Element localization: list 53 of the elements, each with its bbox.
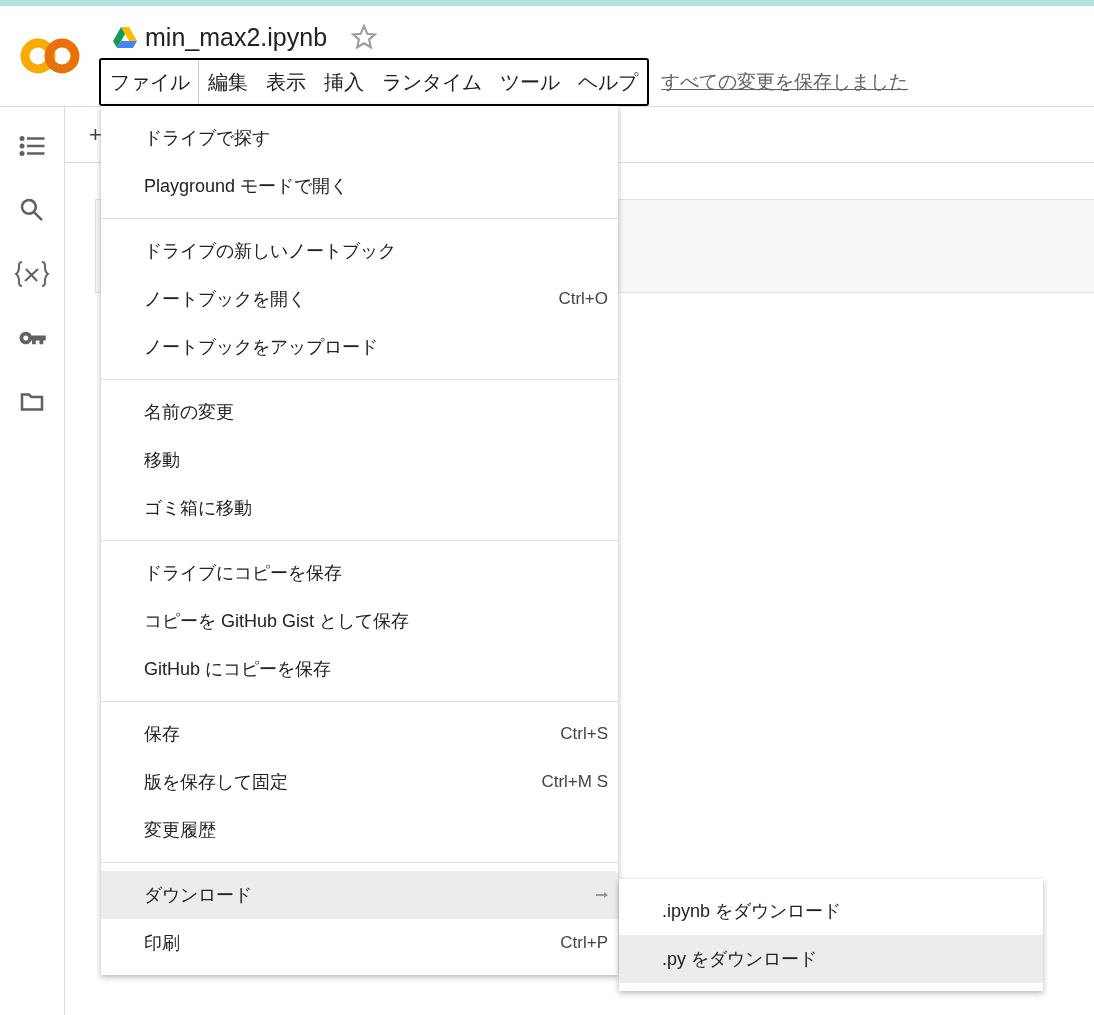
menu-item-label: ドライブの新しいノートブック [144,240,396,263]
menu-tab[interactable]: 編集 [199,60,257,104]
menu-item[interactable]: ドライブにコピーを保存 [101,549,618,597]
menu-item[interactable]: Playground モードで開く [101,162,618,210]
menu-item[interactable]: .ipynb をダウンロード [619,887,1043,935]
menu-item[interactable]: ドライブの新しいノートブック [101,227,618,275]
menu-item-label: 移動 [144,449,180,472]
star-icon[interactable] [351,24,378,50]
menu-item[interactable]: ノートブックをアップロード [101,323,618,371]
menu-item[interactable]: 移動 [101,436,618,484]
menu-item-label: Playground モードで開く [144,175,349,198]
menu-tab[interactable]: 表示 [257,60,315,104]
menu-tab[interactable]: 挿入 [315,60,373,104]
add-code-button[interactable]: + [89,121,102,148]
menu-item-label: ドライブにコピーを保存 [144,562,342,585]
menu-item-label: ゴミ箱に移動 [144,497,252,520]
menu-item-label: GitHub にコピーを保存 [144,658,332,681]
notebook-title[interactable]: min_max2.ipynb [145,22,328,52]
menu-tab[interactable]: ファイル [101,60,199,104]
submenu-arrow-icon [596,892,608,898]
logo-icon[interactable] [18,36,81,76]
menu-item[interactable]: 版を保存して固定 Ctrl+M S [101,758,618,806]
menu-item-label: 版を保存して固定 [144,771,288,794]
menu-item[interactable]: GitHub にコピーを保存 [101,645,618,693]
menu-item[interactable]: 名前の変更 [101,388,618,436]
menu-tab[interactable]: ランタイム [373,60,491,104]
menu-item[interactable]: 印刷 Ctrl+P [101,919,618,967]
menu-item-label: 名前の変更 [144,401,234,424]
menu-item-label: コピーを GitHub Gist として保存 [144,610,410,633]
menu-item[interactable]: 変更履歴 [101,806,618,854]
shortcut-label: Ctrl+M S [541,772,608,792]
menu-item[interactable]: .py をダウンロード [619,935,1043,983]
menu-item[interactable]: ドライブで探す [101,114,618,162]
menu-tab[interactable]: ツール [491,60,569,104]
menu-item[interactable]: ノートブックを開く Ctrl+O [101,275,618,323]
menu-item-label: ダウンロード [144,884,252,907]
menu-item[interactable]: ゴミ箱に移動 [101,484,618,532]
save-status-link[interactable]: すべての変更を保存しました [661,69,908,95]
drive-icon [113,26,137,48]
shortcut-label: Ctrl+O [558,289,608,309]
shortcut-label: Ctrl+P [560,933,608,953]
variables-icon[interactable] [14,259,50,289]
menu-item[interactable]: ダウンロード [101,871,618,919]
menu-item[interactable]: 保存 Ctrl+S [101,710,618,758]
menu-item-label: ドライブで探す [144,127,270,150]
menu-item-label: ノートブックを開く [144,288,306,311]
menu-item-label: 保存 [144,723,180,746]
menu-item-label: 印刷 [144,932,180,955]
menu-tab[interactable]: ヘルプ [569,60,647,104]
shortcut-label: Ctrl+S [560,724,608,744]
menu-item-label: ノートブックをアップロード [144,336,378,359]
menu-item-label: 変更履歴 [144,819,216,842]
menu-item[interactable]: コピーを GitHub Gist として保存 [101,597,618,645]
